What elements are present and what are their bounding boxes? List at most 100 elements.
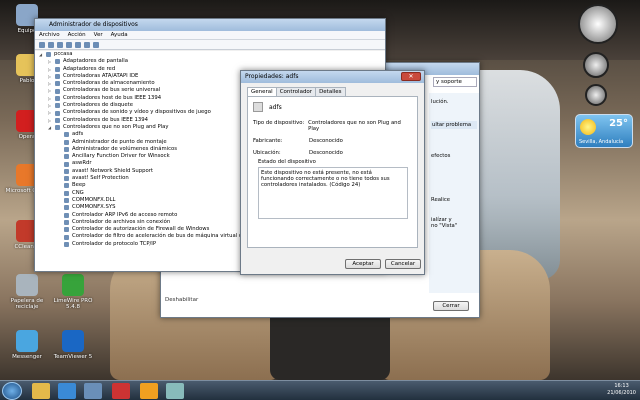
app-icon — [62, 330, 84, 352]
device-name: adfs — [269, 103, 282, 111]
device-category-icon — [64, 227, 69, 233]
clock-date: 21/06/2010 — [607, 390, 636, 396]
menu-item[interactable]: Ayuda — [111, 32, 128, 38]
forward-icon[interactable] — [48, 41, 54, 48]
tree-node-label: aswRdr — [72, 160, 92, 167]
cancel-button[interactable]: Cancelar — [385, 259, 421, 269]
tree-node-label: avast! Network Shield Support — [72, 167, 153, 174]
expander-icon[interactable]: ▷ — [48, 109, 53, 116]
ok-button[interactable]: Aceptar — [345, 259, 381, 269]
properties-title: Propiedades: adfs — [245, 73, 299, 80]
device-manager-title: Administrador de dispositivos — [49, 21, 138, 28]
device-category-icon — [55, 59, 60, 65]
help-icon[interactable] — [66, 41, 72, 48]
device-category-icon — [55, 74, 60, 80]
tree-node-label: Controladoras ATA/ATAPI IDE — [63, 72, 139, 79]
desktop-icon-label: TeamViewer 5 — [53, 354, 93, 360]
tab-general[interactable]: General — [247, 87, 277, 96]
device-category-icon — [64, 132, 69, 138]
tree-node-label: Controladoras de bus serie universal — [63, 87, 161, 94]
device-manager-taskbar-icon[interactable] — [84, 383, 102, 399]
general-panel: adfs Tipo de dispositivo: Controladores q… — [247, 96, 418, 248]
weather-gadget[interactable]: 25° Sevilla, Andalucía — [575, 114, 633, 148]
device-category-icon — [55, 117, 60, 123]
tree-node-label: Controladores que no son Plug and Play — [63, 123, 169, 130]
explorer-taskbar-icon[interactable] — [32, 383, 50, 399]
meter-gadget-small[interactable] — [583, 52, 609, 78]
close-button[interactable]: Cerrar — [433, 301, 469, 311]
tree-node-label: Adaptadores de pantalla — [63, 58, 128, 65]
desktop-icon[interactable]: LimeWire PRO 5.4.8 — [50, 274, 96, 310]
expander-icon[interactable]: ▷ — [48, 117, 53, 124]
cpu-meter-gadget[interactable] — [578, 4, 618, 44]
meter-gadget-small-2[interactable] — [585, 84, 607, 106]
properties-dialog[interactable]: Propiedades: adfs ✕ General Controlador … — [240, 70, 425, 275]
tree-node-label: avast! Self Protection — [72, 175, 129, 182]
disable-label[interactable]: Deshabilitar — [165, 297, 198, 303]
tree-node-label: pccasa — [54, 51, 73, 57]
device-manager-titlebar[interactable]: Administrador de dispositivos — [35, 19, 385, 31]
tree-node-label: Administrador de volúmenes dinámicos — [72, 145, 178, 152]
update-driver-icon[interactable] — [84, 41, 90, 48]
app-taskbar-icon[interactable] — [112, 383, 130, 399]
menu-item[interactable]: Acción — [68, 32, 86, 38]
start-button[interactable] — [2, 382, 22, 400]
desktop-icon[interactable]: Messenger — [4, 330, 50, 360]
tree-node-label: Controlador de filtro de aceleración de … — [72, 233, 261, 240]
expander-icon[interactable]: ▷ — [48, 73, 53, 80]
device-category-icon — [55, 125, 60, 131]
expander-icon[interactable]: ▷ — [48, 80, 53, 87]
desktop-icon[interactable]: TeamViewer 5 — [50, 330, 96, 360]
device-category-icon — [64, 161, 69, 167]
sun-icon — [580, 119, 596, 135]
menu-item[interactable]: Ver — [94, 32, 103, 38]
tree-node-label: Controladores de bus IEEE 1394 — [63, 116, 148, 123]
background-window-side: lución. ultar problema efectos Realice i… — [429, 93, 479, 293]
device-category-icon — [64, 183, 69, 189]
device-category-icon — [46, 52, 51, 58]
tree-node-label: COMMONFX.SYS — [72, 204, 116, 211]
tab-driver[interactable]: Controlador — [275, 87, 317, 96]
app-icon — [62, 274, 84, 296]
properties-titlebar[interactable]: Propiedades: adfs ✕ — [241, 71, 424, 83]
device-manager-toolbar — [35, 40, 385, 50]
device-category-icon — [64, 154, 69, 160]
info-row-manufacturer: Fabricante: Desconocido — [253, 138, 343, 144]
device-category-icon — [64, 176, 69, 182]
expander-icon[interactable]: ◢ — [48, 124, 53, 131]
menu-item[interactable]: Archivo — [39, 32, 60, 38]
tab-details[interactable]: Detalles — [315, 87, 346, 96]
search-box[interactable]: y soporte — [433, 77, 477, 87]
device-category-icon — [64, 198, 69, 204]
expander-icon[interactable]: ◢ — [39, 51, 44, 58]
tree-node[interactable]: ◢ pccasa — [35, 51, 385, 58]
tool-taskbar-icon[interactable] — [140, 383, 158, 399]
status-textbox[interactable]: Este dispositivo no está presente, no es… — [258, 167, 408, 219]
expander-icon[interactable]: ▷ — [48, 58, 53, 65]
ie-taskbar-icon[interactable] — [58, 383, 76, 399]
program-taskbar-icon[interactable] — [166, 383, 184, 399]
side-line-2[interactable]: ultar problema — [431, 121, 477, 129]
expander-icon[interactable]: ▷ — [48, 66, 53, 73]
tree-node-label: CNG — [72, 189, 84, 196]
taskbar-clock[interactable]: 16:13 21/06/2010 — [607, 383, 636, 397]
device-category-icon — [64, 234, 69, 240]
tree-node-label: Beep — [72, 182, 86, 189]
desktop-icon[interactable]: Papelera de reciclaje — [4, 274, 50, 310]
tree-node[interactable]: ▷ Adaptadores de pantalla — [35, 58, 385, 65]
expander-icon[interactable]: ▷ — [48, 87, 53, 94]
expander-icon[interactable]: ▷ — [48, 95, 53, 102]
expander-icon[interactable]: ▷ — [48, 102, 53, 109]
device-category-icon — [55, 66, 60, 72]
info-row-location: Ubicación: Desconocido — [253, 150, 343, 156]
desktop-icon-label: Papelera de reciclaje — [10, 298, 44, 310]
close-icon[interactable]: ✕ — [401, 72, 421, 81]
scan-hardware-icon[interactable] — [75, 41, 81, 48]
device-category-icon — [64, 139, 69, 145]
device-category-icon — [55, 81, 60, 87]
app-icon — [16, 274, 38, 296]
properties-icon[interactable] — [57, 41, 63, 48]
back-icon[interactable] — [39, 41, 45, 48]
uninstall-icon[interactable] — [93, 41, 99, 48]
device-category-icon — [64, 190, 69, 196]
